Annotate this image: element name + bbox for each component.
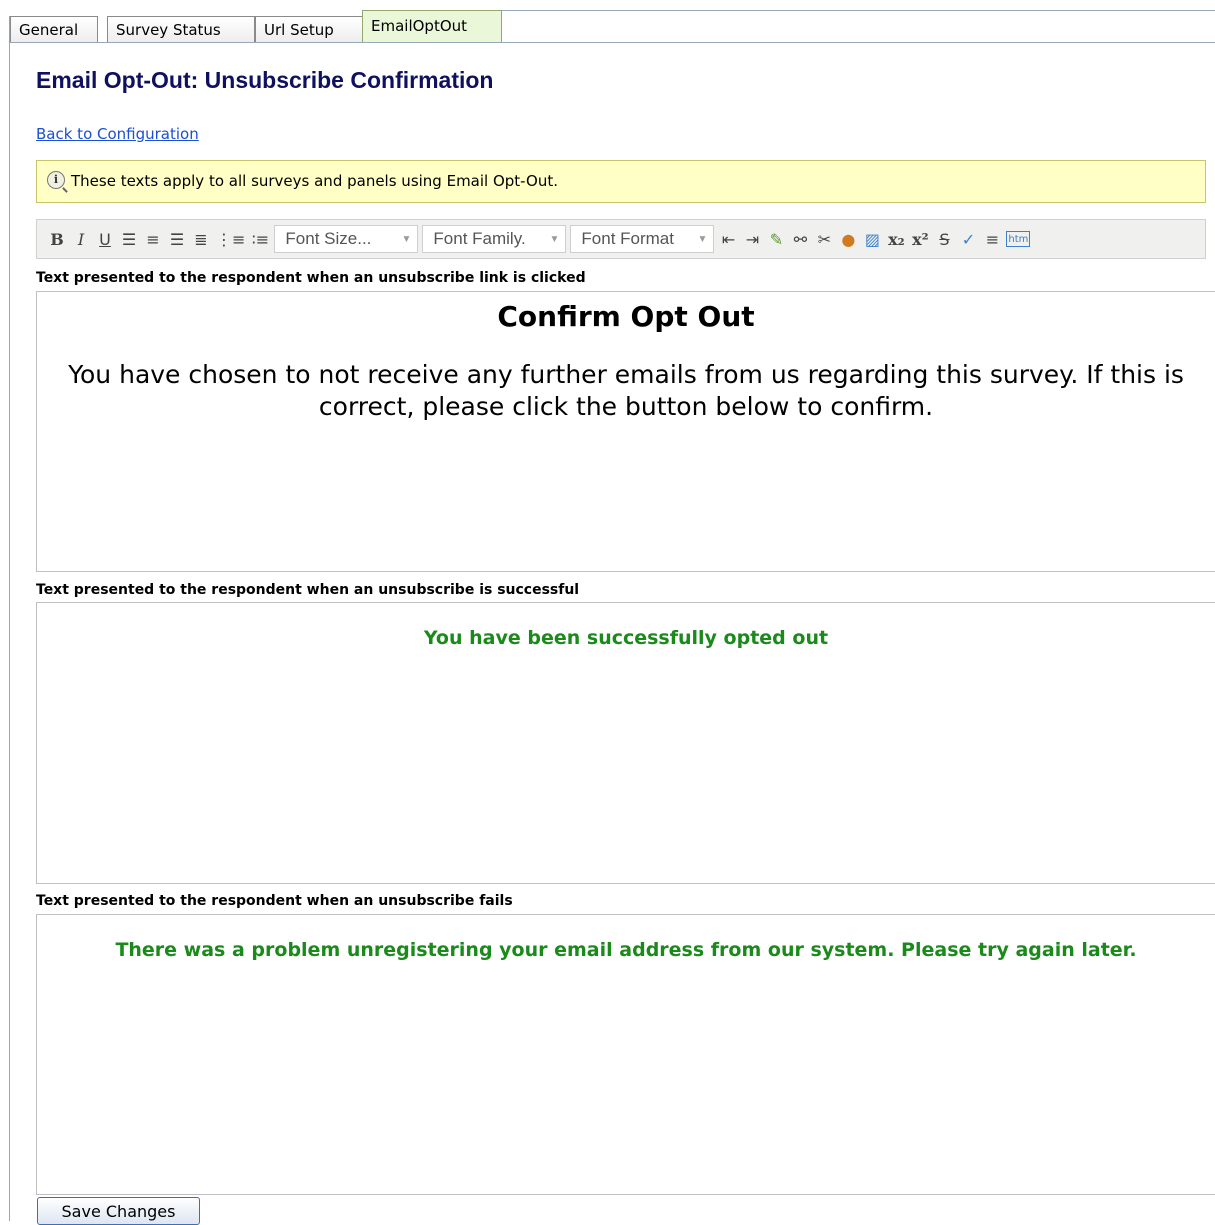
italic-icon[interactable]: I	[71, 228, 91, 250]
tab-email-opt-out[interactable]: EmailOptOut	[362, 10, 502, 43]
chevron-down-icon: ▼	[549, 233, 560, 245]
indent-icon[interactable]: ⇥	[742, 228, 762, 250]
html-icon[interactable]: htm	[1006, 231, 1031, 247]
info-box: i These texts apply to all surveys and pa…	[36, 160, 1206, 203]
tab-url-setup[interactable]: Url Setup	[255, 16, 365, 42]
unlink-icon[interactable]: ✂	[814, 228, 834, 250]
image-icon[interactable]: ●	[838, 228, 858, 250]
align-right-icon[interactable]: ☰	[167, 228, 187, 250]
editor-unsubscribe-clicked[interactable]: Confirm Opt Out You have chosen to not r…	[36, 291, 1215, 572]
font-size-value: Font Size...	[285, 229, 372, 248]
subscript-icon[interactable]: x₂	[886, 228, 906, 250]
info-text: These texts apply to all surveys and pan…	[71, 172, 558, 190]
align-justify-icon[interactable]: ≣	[191, 228, 211, 250]
font-size-select[interactable]: Font Size... ▼	[274, 225, 419, 253]
template-icon[interactable]: ▨	[862, 228, 882, 250]
tab-survey-status[interactable]: Survey Status	[107, 16, 255, 42]
font-format-select[interactable]: Font Format ▼	[570, 225, 715, 253]
outdent-icon[interactable]: ⇤	[718, 228, 738, 250]
editor-unsubscribe-success[interactable]: You have been successfully opted out	[36, 602, 1215, 884]
back-to-configuration-link[interactable]: Back to Configuration	[36, 125, 199, 143]
chevron-down-icon: ▼	[697, 233, 708, 245]
editor-unsubscribe-fail[interactable]: There was a problem unregistering your e…	[36, 914, 1215, 1195]
editor-label-clicked: Text presented to the respondent when an…	[36, 270, 586, 286]
ordered-list-icon[interactable]: ⋮≡	[215, 228, 246, 250]
spellcheck-icon[interactable]: ✓	[958, 228, 978, 250]
unordered-list-icon[interactable]: ∶≡	[250, 228, 270, 250]
editor-label-success: Text presented to the respondent when an…	[36, 582, 580, 598]
tab-bar-top-line	[500, 10, 1215, 11]
font-family-select[interactable]: Font Family. ▼	[422, 225, 567, 253]
tab-bar-baseline	[10, 42, 1215, 43]
align-left-icon[interactable]: ☰	[119, 228, 139, 250]
font-format-value: Font Format	[581, 229, 674, 248]
font-family-value: Font Family.	[433, 229, 526, 248]
tab-general[interactable]: General	[10, 16, 98, 42]
bold-icon[interactable]: B	[47, 228, 67, 250]
info-magnifier-icon: i	[47, 170, 65, 189]
confirm-body: You have chosen to not receive any furth…	[68, 360, 1184, 421]
fail-message: There was a problem unregistering your e…	[115, 939, 1137, 961]
confirm-heading: Confirm Opt Out	[497, 300, 755, 333]
editor-label-fail: Text presented to the respondent when an…	[36, 893, 513, 909]
superscript-icon[interactable]: x²	[910, 228, 930, 250]
page-title: Email Opt-Out: Unsubscribe Confirmation	[36, 67, 494, 93]
frame-left-border	[9, 16, 10, 1221]
strikethrough-icon[interactable]: S	[934, 228, 954, 250]
tab-bar: General Survey Status Url Setup EmailOpt…	[10, 10, 1215, 43]
link-icon[interactable]: ⚯	[790, 228, 810, 250]
align-center-icon[interactable]: ≡	[143, 228, 163, 250]
horizontal-rule-icon[interactable]: ≡	[982, 228, 1002, 250]
success-message: You have been successfully opted out	[423, 627, 829, 649]
editor-toolbar: B I U ☰ ≡ ☰ ≣ ⋮≡ ∶≡ Font Size... ▼ Font F…	[36, 219, 1206, 259]
chevron-down-icon: ▼	[401, 233, 412, 245]
edit-icon[interactable]: ✎	[766, 228, 786, 250]
underline-icon[interactable]: U	[95, 228, 115, 250]
